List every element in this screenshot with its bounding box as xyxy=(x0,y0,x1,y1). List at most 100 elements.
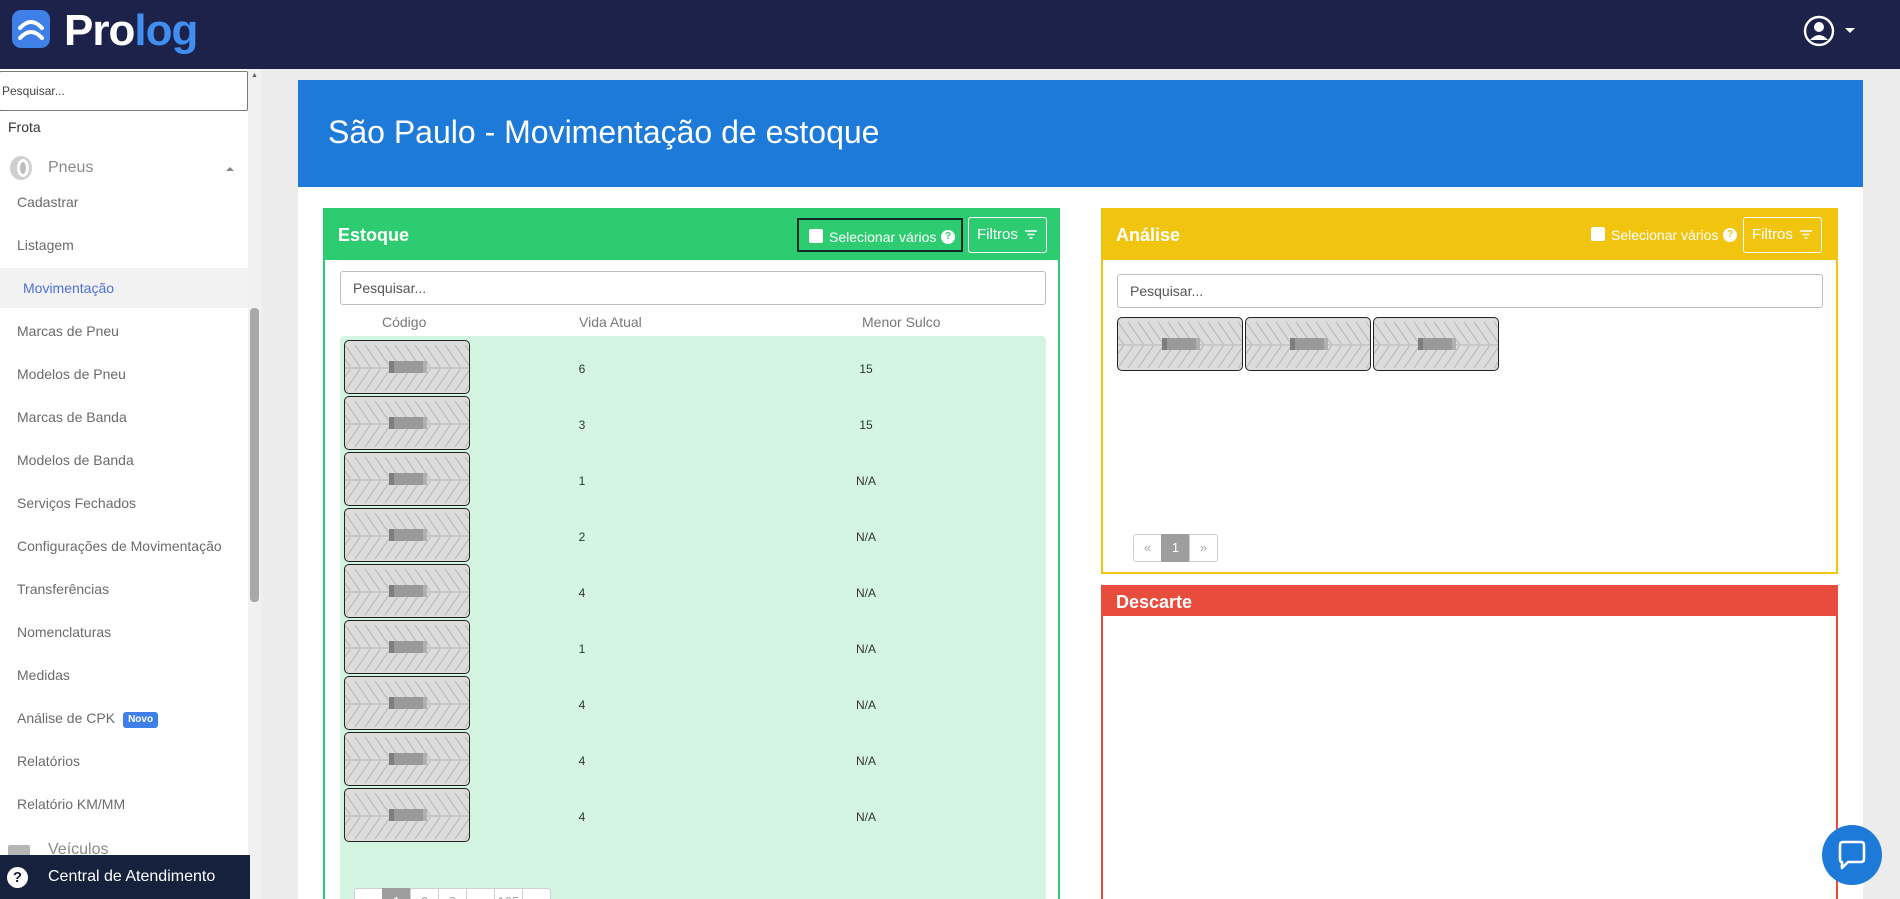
select-multiple-label: Selecionar vários xyxy=(829,229,937,245)
chat-icon xyxy=(1838,840,1866,870)
pagination-page[interactable]: 3 xyxy=(438,888,467,899)
help-icon[interactable]: ? xyxy=(941,230,955,244)
sidebar-item-modelos-banda[interactable]: Modelos de Banda xyxy=(0,440,248,480)
filter-button-label: Filtros xyxy=(977,226,1018,243)
estoque-panel: Estoque Selecionar vários ? Filtros Códi… xyxy=(323,208,1060,899)
sidebar-item-config-movimentacao[interactable]: Configurações de Movimentação xyxy=(0,526,248,566)
sidebar-item-medidas[interactable]: Medidas xyxy=(0,655,248,695)
sidebar-section-pneus[interactable]: Pneus xyxy=(6,153,246,185)
sidebar-item-analise-cpk[interactable]: Análise de CPK Novo xyxy=(0,698,248,738)
question-icon: ? xyxy=(7,867,28,888)
brand-prefix: Pro xyxy=(64,6,135,55)
tire-thumbnail[interactable] xyxy=(1117,317,1243,371)
sidebar-search-input[interactable] xyxy=(0,71,248,111)
sidebar-group-frota: Frota xyxy=(8,119,41,135)
select-multiple-checkbox[interactable] xyxy=(809,229,823,243)
tire-code-redacted xyxy=(389,753,427,765)
tire-code-redacted xyxy=(389,417,427,429)
help-icon[interactable]: ? xyxy=(1723,228,1737,242)
brand-suffix: log xyxy=(134,6,198,55)
main-content: São Paulo - Movimentação de estoque Esto… xyxy=(298,80,1863,899)
tire-code-redacted xyxy=(1162,338,1200,350)
cell-vida-atual: 4 xyxy=(578,810,586,824)
cell-menor-sulco: N/A xyxy=(855,530,876,544)
pagination-page[interactable]: 1 xyxy=(1161,534,1190,562)
sidebar-item-modelos-pneu[interactable]: Modelos de Pneu xyxy=(0,354,248,394)
page-header: São Paulo - Movimentação de estoque xyxy=(298,80,1863,187)
cell-menor-sulco: 15 xyxy=(859,362,873,376)
tire-thumbnail[interactable] xyxy=(344,452,470,506)
cell-menor-sulco: N/A xyxy=(855,698,876,712)
pagination-page[interactable]: 1 xyxy=(382,888,411,899)
estoque-tire-list: 6 15 3 15 1 N/A 2 N/A 4 N/A 1 N/A 4 N/A 4 N/A 4 N/A xyxy=(340,336,1046,899)
select-multiple-label: Selecionar vários xyxy=(1611,227,1719,243)
estoque-panel-header: Estoque Selecionar vários ? Filtros xyxy=(325,210,1058,260)
tire-thumbnail[interactable] xyxy=(344,788,470,842)
user-avatar-icon xyxy=(1803,15,1835,47)
tire-thumbnail[interactable] xyxy=(344,508,470,562)
tire-thumbnail[interactable] xyxy=(344,564,470,618)
cell-vida-atual: 2 xyxy=(578,530,586,544)
analise-pagination: « 1 » xyxy=(1133,534,1218,562)
tire-code-redacted xyxy=(389,585,427,597)
sidebar-item-nomenclaturas[interactable]: Nomenclaturas xyxy=(0,612,248,652)
sidebar-item-marcas-banda[interactable]: Marcas de Banda xyxy=(0,397,248,437)
sidebar-scroll-thumb[interactable] xyxy=(250,308,259,602)
filter-icon xyxy=(1025,230,1037,239)
sidebar-item-servicos-fechados[interactable]: Serviços Fechados xyxy=(0,483,248,523)
sidebar-item-relatorio-km-mm[interactable]: Relatório KM/MM xyxy=(0,784,248,824)
filter-button-label: Filtros xyxy=(1752,226,1793,243)
tire-thumbnail[interactable] xyxy=(344,340,470,394)
tire-code-redacted xyxy=(1418,338,1456,350)
chat-support-button[interactable] xyxy=(1822,825,1882,885)
estoque-search-input[interactable] xyxy=(340,271,1046,305)
analise-select-multiple[interactable]: Selecionar vários ? xyxy=(1581,218,1737,252)
cell-vida-atual: 1 xyxy=(578,642,586,656)
tire-thumbnail[interactable] xyxy=(1373,317,1499,371)
cell-menor-sulco: N/A xyxy=(855,810,876,824)
scroll-up-icon[interactable]: ▲ xyxy=(251,72,258,79)
sidebar-item-cadastrar[interactable]: Cadastrar xyxy=(0,182,248,222)
pagination-prev[interactable]: « xyxy=(1133,534,1162,562)
sidebar-item-relatorios[interactable]: Relatórios xyxy=(0,741,248,781)
sidebar-section-label: Pneus xyxy=(48,159,94,176)
tire-code-redacted xyxy=(389,473,427,485)
cell-vida-atual: 6 xyxy=(578,362,586,376)
pagination-next[interactable]: » xyxy=(522,888,551,899)
pagination-page[interactable]: 105 xyxy=(494,888,523,899)
sidebar-item-listagem[interactable]: Listagem xyxy=(0,225,248,265)
prolog-logo-icon[interactable] xyxy=(12,10,50,48)
tire-thumbnail[interactable] xyxy=(1245,317,1371,371)
tire-thumbnail[interactable] xyxy=(344,620,470,674)
sidebar-item-transferencias[interactable]: Transferências xyxy=(0,569,248,609)
select-multiple-checkbox[interactable] xyxy=(1591,227,1605,241)
descarte-panel: Descarte xyxy=(1101,585,1838,899)
pagination-page[interactable]: 2 xyxy=(410,888,439,899)
brand-wordmark[interactable]: Prolog xyxy=(64,6,198,56)
estoque-select-multiple[interactable]: Selecionar vários ? xyxy=(797,218,963,252)
estoque-pagination: « 1 2 3 … 105 » xyxy=(354,888,551,899)
new-badge: Novo xyxy=(123,712,159,728)
tire-thumbnail[interactable] xyxy=(344,732,470,786)
sidebar-item-marcas-pneu[interactable]: Marcas de Pneu xyxy=(0,311,248,351)
column-header-codigo: Código xyxy=(382,314,427,330)
filter-icon xyxy=(1800,230,1812,239)
tire-thumbnail[interactable] xyxy=(344,676,470,730)
analise-filter-button[interactable]: Filtros xyxy=(1743,217,1822,253)
sidebar-item-movimentacao[interactable]: Movimentação xyxy=(0,268,248,308)
user-menu[interactable] xyxy=(1802,14,1862,48)
estoque-filter-button[interactable]: Filtros xyxy=(968,217,1047,253)
pagination-prev[interactable]: « xyxy=(354,888,383,899)
tire-thumbnail[interactable] xyxy=(344,396,470,450)
pagination-next[interactable]: » xyxy=(1189,534,1218,562)
chevron-down-icon xyxy=(1845,28,1855,33)
tire-code-redacted xyxy=(389,641,427,653)
cell-vida-atual: 4 xyxy=(578,698,586,712)
top-navbar: Prolog xyxy=(0,0,1900,69)
cell-vida-atual: 4 xyxy=(578,754,586,768)
analise-search-input[interactable] xyxy=(1117,274,1823,308)
tire-icon xyxy=(10,156,32,180)
column-header-menor-sulco: Menor Sulco xyxy=(862,314,941,330)
cell-vida-atual: 3 xyxy=(578,418,586,432)
help-center-button[interactable]: ? Central de Atendimento xyxy=(0,855,250,899)
